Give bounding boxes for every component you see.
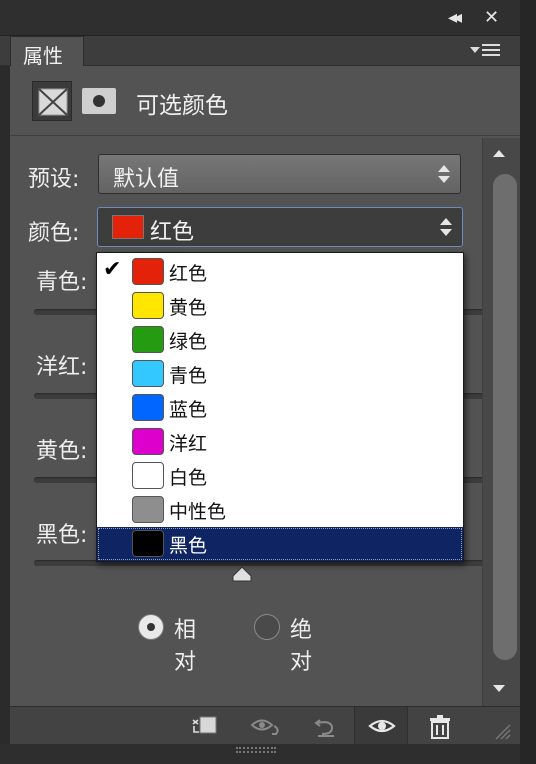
delete-button[interactable] <box>414 707 464 745</box>
colors-option-magenta[interactable]: 洋红 <box>97 425 463 459</box>
option-label: 洋红 <box>169 433 208 455</box>
panel-dock-grip <box>0 744 520 764</box>
colors-value: 红色 <box>150 220 195 245</box>
preset-label: 预设: <box>28 167 80 192</box>
swatch-white <box>132 462 164 489</box>
colors-option-yellow[interactable]: 黄色 <box>97 289 463 323</box>
swatch-cyan <box>132 360 164 387</box>
view-previous-state-button[interactable] <box>238 707 288 745</box>
colors-select[interactable]: 红色 <box>97 207 463 247</box>
up-down-arrows-icon <box>440 218 452 236</box>
swatch-red <box>132 258 164 285</box>
swatch-magenta <box>132 428 164 455</box>
preset-value: 默认值 <box>113 167 180 192</box>
swatch-yellow <box>132 292 164 319</box>
option-label: 蓝色 <box>169 399 208 421</box>
eye-icon <box>368 719 396 733</box>
check-icon: ✔ <box>103 257 122 282</box>
clip-to-layer-button[interactable] <box>178 707 228 745</box>
up-down-arrows-icon <box>438 165 450 183</box>
adjustment-header: 可选颜色 <box>10 66 520 136</box>
swatch-green <box>132 326 164 353</box>
yellow-label: 黄色: <box>36 439 88 464</box>
colors-option-white[interactable]: 白色 <box>97 459 463 493</box>
option-label: 黄色 <box>169 297 208 319</box>
colors-dropdown-list: ✔ 红色 黄色 绿色 青色 蓝色 洋红 白色 中性色 黑色 <box>96 252 464 562</box>
reset-icon <box>314 719 334 737</box>
magenta-label: 洋红: <box>36 355 88 380</box>
black-label: 黑色: <box>36 523 88 548</box>
clip-to-layer-icon <box>192 716 217 734</box>
colors-option-red[interactable]: ✔ 红色 <box>97 255 463 289</box>
option-label: 绿色 <box>169 331 208 353</box>
option-label: 白色 <box>169 467 208 489</box>
reset-button[interactable] <box>300 707 350 745</box>
panel-menu-icon[interactable] <box>470 41 504 61</box>
panel-edge <box>520 0 536 764</box>
colors-label: 颜色: <box>28 221 80 246</box>
scroll-up-icon[interactable] <box>493 150 505 157</box>
colors-option-green[interactable]: 绿色 <box>97 323 463 357</box>
swatch-black <box>132 530 164 557</box>
trash-icon <box>430 715 450 739</box>
absolute-radio[interactable] <box>254 614 280 640</box>
relative-label: 相对 <box>174 618 197 675</box>
preset-select[interactable]: 默认值 <box>98 154 461 194</box>
layer-mask-icon[interactable] <box>82 88 116 114</box>
colors-option-cyan[interactable]: 青色 <box>97 357 463 391</box>
option-label: 中性色 <box>169 501 227 523</box>
collapse-icon[interactable]: ◂◂ <box>448 8 462 28</box>
colors-option-blue[interactable]: 蓝色 <box>97 391 463 425</box>
scroll-down-icon[interactable] <box>493 685 505 692</box>
black-slider-thumb[interactable] <box>232 566 252 582</box>
adjustment-title: 可选颜色 <box>136 93 228 119</box>
absolute-label: 绝对 <box>290 618 313 675</box>
panel-titlebar: ◂◂ ✕ <box>0 0 520 36</box>
vertical-scrollbar[interactable] <box>482 138 520 706</box>
option-label: 红色 <box>169 263 208 285</box>
drag-handle-icon[interactable] <box>236 747 276 753</box>
panel-footer-toolbar <box>10 706 520 745</box>
option-label: 青色 <box>169 365 208 387</box>
tab-row: 属性 <box>0 36 520 68</box>
swatch-blue <box>132 394 164 421</box>
toggle-visibility-button[interactable] <box>354 707 408 745</box>
colors-option-black[interactable]: 黑色 <box>97 527 463 561</box>
adjustment-layer-icon[interactable] <box>32 81 72 121</box>
swatch-neutral <box>132 496 164 523</box>
relative-radio[interactable] <box>138 614 164 640</box>
resize-grip-icon[interactable] <box>488 707 518 745</box>
colors-option-neutral[interactable]: 中性色 <box>97 493 463 527</box>
close-icon[interactable]: ✕ <box>484 8 499 28</box>
eye-previous-icon <box>250 719 279 735</box>
cyan-label: 青色: <box>36 270 88 295</box>
tab-properties[interactable]: 属性 <box>10 36 84 68</box>
scroll-thumb[interactable] <box>493 174 517 660</box>
option-label: 黑色 <box>169 535 208 557</box>
colors-select-swatch <box>112 215 144 239</box>
